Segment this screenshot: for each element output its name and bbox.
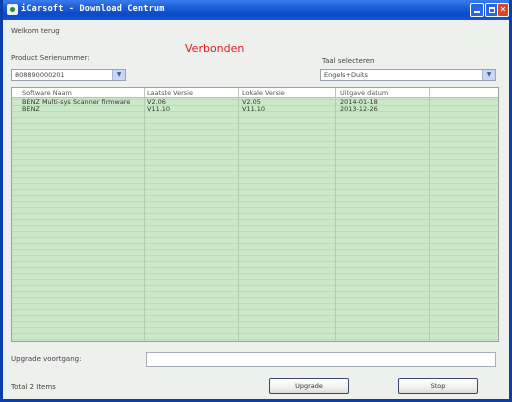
- connection-status: Verbonden: [185, 42, 245, 55]
- software-table[interactable]: Software Naam Laatste Versie Lokale Vers…: [11, 87, 499, 342]
- column-header-name[interactable]: Software Naam: [22, 89, 72, 97]
- close-button[interactable]: ✕: [497, 3, 509, 17]
- table-cell[interactable]: V11.10: [242, 105, 265, 113]
- serial-value: 808890000201: [15, 71, 65, 79]
- table-cell[interactable]: 2013-12-26: [340, 105, 378, 113]
- minimize-button[interactable]: [470, 3, 484, 17]
- greeting-text: Welkom terug: [11, 27, 60, 35]
- upgrade-button[interactable]: Upgrade: [269, 378, 349, 394]
- window-title: iCarsoft - Download Centrum: [21, 4, 165, 14]
- app-icon: [7, 4, 18, 15]
- serial-select[interactable]: 808890000201 ▼: [11, 69, 126, 81]
- language-select[interactable]: Engels+Duits ▼: [320, 69, 496, 81]
- column-header-local[interactable]: Lokale Versie: [242, 89, 285, 97]
- serial-label: Product Serienummer:: [11, 54, 90, 62]
- column-header-latest[interactable]: Laatste Versie: [147, 89, 193, 97]
- stop-button[interactable]: Stop: [398, 378, 478, 394]
- upgrade-progress-bar: [146, 352, 496, 367]
- upgrade-progress-label: Upgrade voortgang:: [11, 355, 82, 363]
- chevron-down-icon[interactable]: ▼: [112, 70, 125, 80]
- total-items-text: Total 2 Items: [11, 383, 56, 391]
- language-label: Taal selecteren: [322, 57, 375, 65]
- language-value: Engels+Duits: [324, 71, 368, 79]
- table-cell[interactable]: BENZ: [22, 105, 40, 113]
- title-bar[interactable]: iCarsoft - Download Centrum ✕: [3, 0, 509, 20]
- table-cell[interactable]: V11.10: [147, 105, 170, 113]
- chevron-down-icon[interactable]: ▼: [482, 70, 495, 80]
- column-header-date[interactable]: Uitgave datum: [340, 89, 388, 97]
